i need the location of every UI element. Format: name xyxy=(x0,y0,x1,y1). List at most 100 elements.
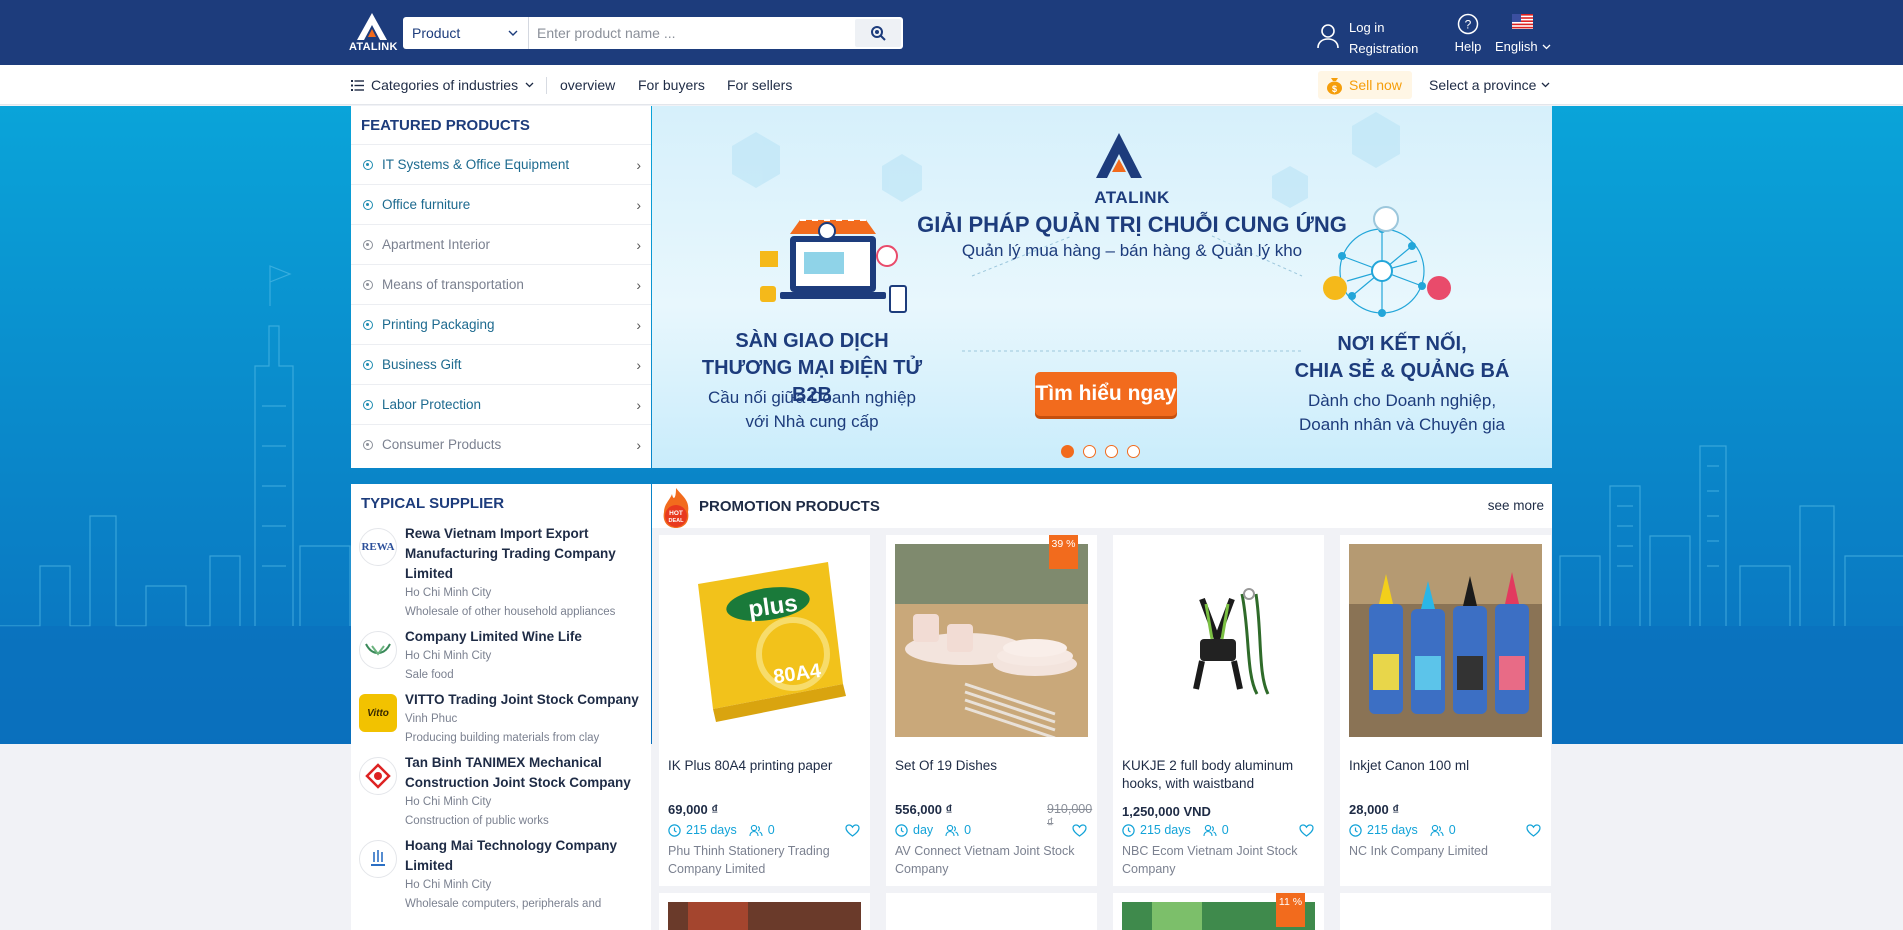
featured-item[interactable]: Apartment Interior › xyxy=(351,224,651,264)
supplier-name[interactable]: Company Limited Wine Life xyxy=(405,627,582,647)
featured-item[interactable]: Means of transportation › xyxy=(351,264,651,304)
heart-icon[interactable] xyxy=(1526,824,1541,837)
supplier-name[interactable]: VITTO Trading Joint Stock Company xyxy=(405,690,639,710)
heart-icon[interactable] xyxy=(845,824,860,837)
bullet-icon xyxy=(363,439,373,450)
banner-left-subtitle: Cầu nối giữa Doanh nghiệp với Nhà cung c… xyxy=(708,388,916,431)
product-price: 1,250,000 VND xyxy=(1122,804,1211,819)
hoang-mai-logo-icon xyxy=(371,850,385,866)
svg-text:$: $ xyxy=(1332,84,1337,94)
help-icon[interactable]: ? xyxy=(1454,13,1482,38)
featured-item[interactable]: Office furniture › xyxy=(351,184,651,224)
product-card[interactable]: Inkjet Canon 100 ml 28,000 ₫ 215 days 0 … xyxy=(1340,535,1551,886)
product-image[interactable] xyxy=(1349,544,1542,737)
carousel-dot[interactable] xyxy=(1127,445,1140,458)
product-card[interactable]: 39 % Set Of 19 Dishes 556,000 ₫ 910,000 … xyxy=(886,535,1097,886)
bullet-icon xyxy=(363,239,373,250)
product-duration: 215 days xyxy=(686,823,737,837)
product-card[interactable] xyxy=(1340,893,1551,930)
supplier-item[interactable]: Hoang Mai Technology Company Limited Ho … xyxy=(351,836,651,919)
product-count: 0 xyxy=(767,823,775,837)
supplier-name[interactable]: Tan Binh TANIMEX Mechanical Construction… xyxy=(405,753,643,793)
nav-divider xyxy=(546,77,547,94)
nav-for-sellers[interactable]: For sellers xyxy=(727,77,792,93)
product-card[interactable] xyxy=(886,893,1097,930)
clock-icon xyxy=(668,823,681,837)
banner-brand: ATALINK xyxy=(1094,188,1170,207)
supplier-item[interactable]: REWA Rewa Vietnam Import Export Manufact… xyxy=(351,524,651,627)
user-icon[interactable] xyxy=(1316,23,1340,49)
atalink-logo[interactable]: ATALINK xyxy=(349,12,397,56)
logo-mark-icon xyxy=(357,13,387,40)
supplier-item[interactable]: Company Limited Wine Life Ho Chi Minh Ci… xyxy=(351,627,651,690)
product-name[interactable]: Set Of 19 Dishes xyxy=(895,757,1091,775)
product-card[interactable]: 11 % xyxy=(1113,893,1324,930)
clock-icon xyxy=(1349,823,1362,837)
search-button[interactable] xyxy=(855,19,901,47)
search-type-label: Product xyxy=(412,25,461,41)
supplier-city: Vinh Phuc xyxy=(405,713,458,725)
categories-menu[interactable]: Categories of industries xyxy=(351,77,534,93)
heart-icon[interactable] xyxy=(1072,824,1087,837)
product-grid: plus 80A4 IK Plus 80A4 printing paper 69… xyxy=(652,528,1552,930)
product-seller[interactable]: AV Connect Vietnam Joint Stock Company xyxy=(895,842,1091,878)
learn-more-button[interactable]: Tìm hiểu ngay xyxy=(1035,372,1177,416)
us-flag-icon[interactable] xyxy=(1512,14,1533,29)
product-seller[interactable]: Phu Thinh Stationery Trading Company Lim… xyxy=(668,842,864,878)
product-seller[interactable]: NC Ink Company Limited xyxy=(1349,842,1545,860)
featured-item[interactable]: Labor Protection › xyxy=(351,384,651,424)
sell-now-button[interactable]: $ Sell now xyxy=(1318,71,1412,99)
clock-icon xyxy=(1122,823,1135,837)
bullet-icon xyxy=(363,399,373,410)
carousel-dot[interactable] xyxy=(1061,445,1074,458)
product-image[interactable] xyxy=(1122,544,1315,737)
product-card[interactable]: KUKJE 2 full body aluminum hooks, with w… xyxy=(1113,535,1324,886)
product-duration: day xyxy=(913,823,934,837)
province-select[interactable]: Select a province xyxy=(1429,77,1550,93)
language-select[interactable]: English xyxy=(1495,39,1551,54)
featured-item[interactable]: IT Systems & Office Equipment › xyxy=(351,144,651,184)
chevron-down-icon xyxy=(1541,82,1550,88)
province-label: Select a province xyxy=(1429,77,1537,93)
supplier-name[interactable]: Rewa Vietnam Import Export Manufacturing… xyxy=(405,524,643,584)
login-link[interactable]: Log in xyxy=(1349,17,1418,38)
help-link[interactable]: Help xyxy=(1442,39,1494,54)
search-icon xyxy=(871,26,886,41)
search-type-select[interactable]: Product xyxy=(403,17,529,49)
chevron-right-icon: › xyxy=(636,356,641,373)
see-more-link[interactable]: see more xyxy=(1488,498,1544,513)
product-name[interactable]: IK Plus 80A4 printing paper xyxy=(668,757,864,775)
paper-ream-illustration: plus 80A4 xyxy=(668,544,861,737)
featured-item[interactable]: Printing Packaging › xyxy=(351,304,651,344)
safety-harness-illustration xyxy=(1122,544,1315,737)
promotion-title: PROMOTION PRODUCTS xyxy=(699,498,880,515)
product-seller[interactable]: NBC Ecom Vietnam Joint Stock Company xyxy=(1122,842,1318,878)
sell-now-label: Sell now xyxy=(1349,77,1402,93)
supplier-name[interactable]: Hoang Mai Technology Company Limited xyxy=(405,836,643,876)
hot-deal-badge-text: HOT xyxy=(669,510,683,517)
search-input[interactable] xyxy=(529,17,855,49)
hero-banner[interactable]: ATALINK GIẢI PHÁP QUẢN TRỊ CHUỖI CUNG ỨN… xyxy=(652,106,1552,468)
product-image[interactable]: plus 80A4 xyxy=(668,544,861,737)
typical-supplier-panel: TYPICAL SUPPLIER REWA Rewa Vietnam Impor… xyxy=(351,484,651,930)
heart-icon[interactable] xyxy=(1299,824,1314,837)
supplier-item[interactable]: Tan Binh TANIMEX Mechanical Construction… xyxy=(351,753,651,836)
nav-overview[interactable]: overview xyxy=(560,77,615,93)
featured-item[interactable]: Consumer Products › xyxy=(351,424,651,464)
product-card[interactable] xyxy=(659,893,870,930)
svg-text:?: ? xyxy=(1465,18,1472,32)
chevron-right-icon: › xyxy=(636,236,641,253)
product-image[interactable] xyxy=(668,902,861,930)
product-name[interactable]: Inkjet Canon 100 ml xyxy=(1349,757,1545,775)
carousel-dot[interactable] xyxy=(1083,445,1096,458)
product-meta: 215 days 0 xyxy=(668,823,775,837)
registration-link[interactable]: Registration xyxy=(1349,38,1418,59)
product-name[interactable]: KUKJE 2 full body aluminum hooks, with w… xyxy=(1122,757,1318,793)
supplier-item[interactable]: Vitto VITTO Trading Joint Stock Company … xyxy=(351,690,651,753)
hot-deal-icon: HOT DEAL xyxy=(663,488,689,528)
carousel-dot[interactable] xyxy=(1105,445,1118,458)
product-image[interactable] xyxy=(895,544,1088,737)
featured-item[interactable]: Business Gift › xyxy=(351,344,651,384)
product-card[interactable]: plus 80A4 IK Plus 80A4 printing paper 69… xyxy=(659,535,870,886)
nav-for-buyers[interactable]: For buyers xyxy=(638,77,705,93)
